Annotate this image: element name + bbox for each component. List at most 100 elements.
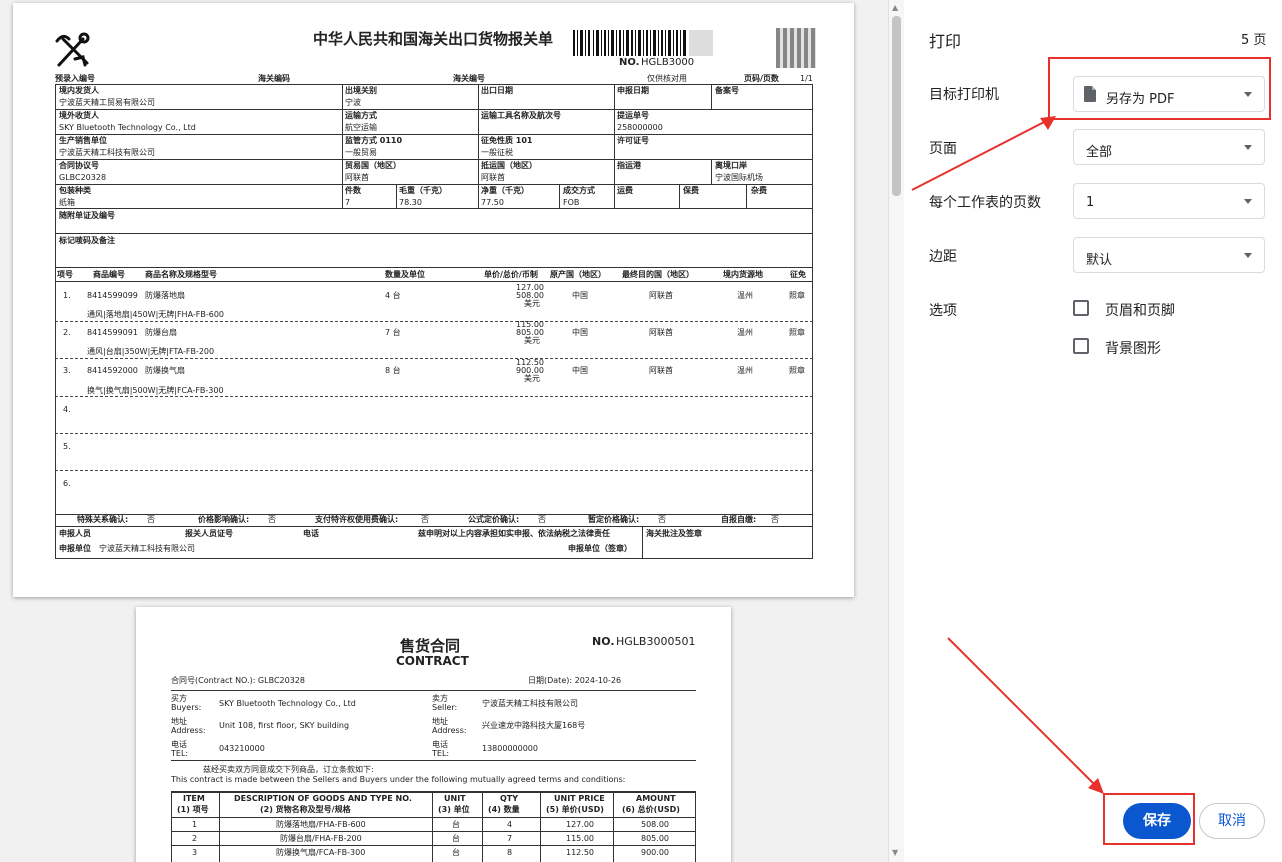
col-unit-price-cn: (5) 单价(USD) [546, 805, 604, 814]
confirm-value: 否 [147, 515, 155, 524]
dest-port-label: 指运港 [617, 161, 641, 170]
tel-label-cn: 电话 [171, 740, 187, 749]
marks-label: 标记唛码及备注 [59, 236, 115, 245]
pages-label: 页面 [929, 141, 957, 157]
item-source: 温州 [737, 328, 753, 337]
confirm-value: 否 [538, 515, 546, 524]
confirm-label: 自报自缴: [721, 515, 757, 524]
decl-sign-label: 申报单位（签章） [568, 544, 632, 553]
preview-page-contract: 售货合同 CONTRACT NO. HGLB3000501 合同号(Contra… [136, 607, 731, 862]
contract-no-value: HGLB3000501 [616, 635, 696, 648]
pages-per-sheet-select[interactable]: 1 [1073, 183, 1265, 219]
options-label: 选项 [929, 303, 957, 319]
phone-label: 电话 [303, 529, 319, 538]
row-qty: 8 [507, 848, 513, 857]
seller-value: 宁波蓝天精工科技有限公司 [482, 699, 578, 708]
page-value: 1/1 [800, 74, 813, 83]
pieces-value: 7 [345, 198, 351, 207]
scroll-up-icon[interactable]: ▲ [892, 3, 898, 12]
freight-label: 运费 [617, 186, 633, 195]
preview-scrollbar[interactable]: ▲ ▼ [888, 0, 904, 862]
declaration-no-label: NO. [619, 57, 640, 68]
exporter-value: 宁波蓝天精工贸易有限公司 [59, 98, 155, 107]
row-price: 115.00 [566, 834, 594, 843]
chevron-down-icon [1244, 145, 1252, 150]
col-qty-cn: (4) 数量 [488, 805, 520, 814]
pages-select[interactable]: 全部 [1073, 129, 1265, 165]
barcode [573, 30, 713, 56]
margins-value: 默认 [1086, 253, 1113, 268]
row-desc: 防爆落地扇/FHA-FB-600 [276, 820, 366, 829]
verify-note: 仅供核对用 [647, 74, 687, 83]
destination-label: 目标打印机 [929, 87, 999, 103]
row-qty: 7 [507, 834, 513, 843]
confirm-value: 否 [771, 515, 779, 524]
arrival-country-value: 阿联酋 [481, 173, 505, 182]
declarant-cert-label: 报关人员证号 [185, 529, 233, 538]
supervision-value: 一般贸易 [345, 148, 377, 157]
print-preview-area: 中华人民共和国海关出口货物报关单 NO. HGLB3000 预录入编号 海关编码… [0, 0, 888, 862]
item-no: 2. [63, 328, 71, 337]
col-item: 项号 [57, 270, 73, 279]
address-label-cn: 地址 [171, 717, 187, 726]
headers-footers-label[interactable]: 页眉和页脚 [1105, 300, 1175, 320]
background-graphics-checkbox[interactable] [1073, 338, 1089, 354]
headers-footers-checkbox[interactable] [1073, 300, 1089, 316]
record-no-label: 备案号 [715, 86, 739, 95]
license-label: 许可证号 [617, 136, 649, 145]
customs-note-label: 海关批注及签章 [646, 529, 702, 538]
row-amount: 805.00 [641, 834, 669, 843]
preview-page-declaration: 中华人民共和国海关出口货物报关单 NO. HGLB3000 预录入编号 海关编码… [13, 3, 854, 597]
col-unit-price: UNIT PRICE [554, 794, 605, 803]
empty-item-no: 6. [63, 479, 71, 488]
confirm-label: 价格影响确认: [198, 515, 250, 524]
scroll-down-icon[interactable]: ▼ [892, 848, 898, 857]
row-price: 112.50 [566, 848, 594, 857]
confirm-value: 否 [421, 515, 429, 524]
row-unit: 台 [452, 834, 460, 843]
annotation-box-save [1103, 793, 1195, 845]
confirm-label: 特殊关系确认: [77, 515, 129, 524]
item-currency: 美元 [524, 299, 540, 308]
margins-select[interactable]: 默认 [1073, 237, 1265, 273]
contract-value: GLBC20328 [59, 173, 107, 182]
item-qty: 8 台 [385, 366, 401, 375]
buyers-value: SKY Bluetooth Technology Co., Ltd [219, 699, 356, 708]
statement: 兹申明对以上内容承担如实申报、依法纳税之法律责任 [418, 529, 610, 538]
confirm-label: 支付特许权使用费确认: [315, 515, 399, 524]
col-qty: QTY [500, 794, 519, 803]
cancel-button[interactable]: 取消 [1199, 803, 1265, 839]
producer-label: 生产销售单位 [59, 136, 107, 145]
exit-port-value: 宁波 [345, 98, 361, 107]
arrival-country-label: 抵运国（地区） [481, 161, 537, 170]
item-code: 8414592000 [87, 366, 138, 375]
bl-label: 提运单号 [617, 111, 649, 120]
col-amount: AMOUNT [636, 794, 676, 803]
col-unit-cn: (3) 单位 [438, 805, 470, 814]
row-desc: 防爆换气扇/FCA-FB-300 [276, 848, 366, 857]
declaration-no-value: HGLB3000 [641, 57, 695, 68]
docs-label: 随附单证及编号 [59, 211, 115, 220]
consignee-value: SKY Bluetooth Technology Co., Ltd [59, 123, 196, 132]
empty-item-no: 4. [63, 405, 71, 414]
exit-port-label: 出境关别 [345, 86, 377, 95]
producer-value: 宁波蓝天精工科技有限公司 [59, 148, 155, 157]
supervision-label: 监管方式 0110 [345, 136, 403, 145]
pages-per-sheet-value: 1 [1086, 195, 1095, 210]
intro-cn: 兹经买卖双方同意成交下列商品，订立条款如下: [203, 765, 374, 774]
net-weight-value: 77.50 [481, 198, 504, 207]
item-spec: 通风|台扇|350W|无牌|FTA-FB-200 [87, 347, 215, 356]
pages-per-sheet-label: 每个工作表的页数 [929, 195, 1041, 211]
item-code: 8414599099 [87, 291, 138, 300]
scrollbar-thumb[interactable] [892, 16, 901, 196]
item-spec: 通风|落地扇|450W|无牌|FHA-FB-600 [87, 310, 225, 319]
row-item: 3 [192, 848, 198, 857]
decl-unit-label: 申报单位 [59, 544, 91, 553]
empty-item-no: 5. [63, 442, 71, 451]
chevron-down-icon [1244, 253, 1252, 258]
item-source: 温州 [737, 366, 753, 375]
col-dest: 最终目的国（地区） [622, 270, 694, 279]
export-date-label: 出口日期 [481, 86, 513, 95]
background-graphics-label[interactable]: 背景图形 [1105, 338, 1161, 358]
confirm-label: 公式定价确认: [468, 515, 520, 524]
